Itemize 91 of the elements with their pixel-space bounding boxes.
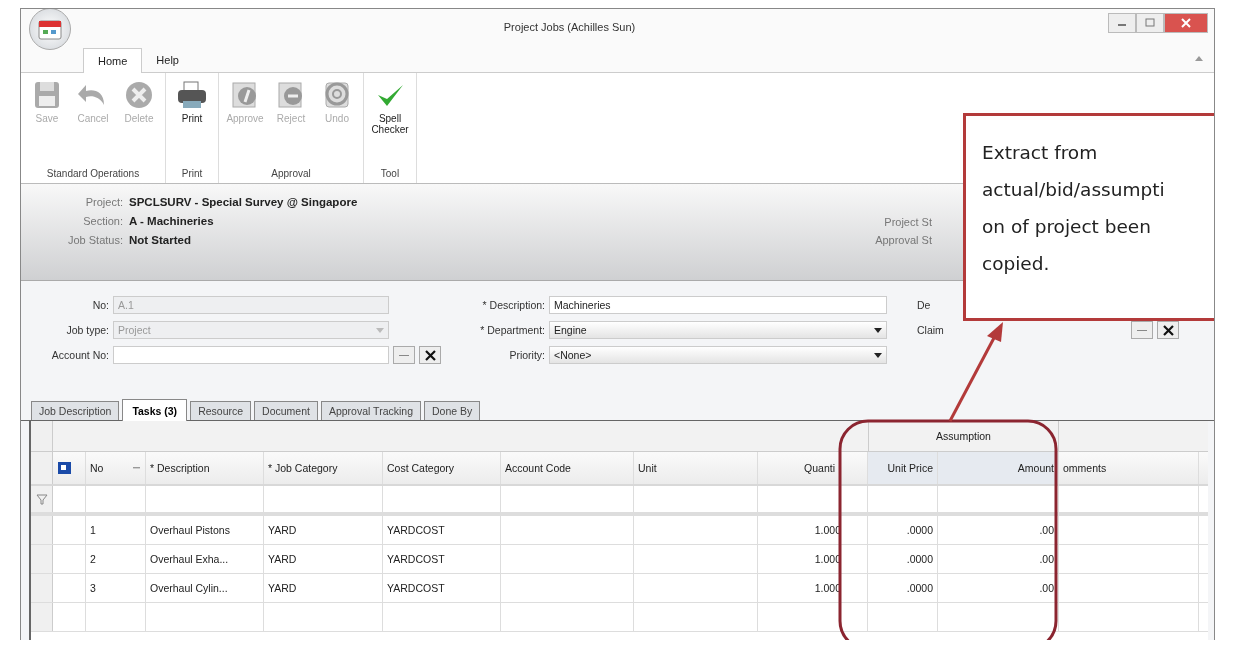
field-label: Approval St [875, 234, 932, 246]
filter-icon[interactable] [35, 493, 48, 505]
close-icon [1162, 324, 1174, 336]
ribbon-collapse-icon[interactable] [1194, 54, 1204, 62]
minimize-button[interactable] [1108, 13, 1136, 33]
table-cell: 2 [90, 553, 96, 565]
column-header[interactable]: Unit [634, 452, 758, 484]
dropdown-arrow-icon [874, 327, 882, 333]
field-value: SPCLSURV - Special Survey @ Singapore [129, 196, 358, 210]
field-value: A - Machineries [129, 215, 214, 229]
table-cell: .0000 [906, 553, 933, 565]
table-cell: Overhaul Cylin... [150, 582, 228, 594]
table-cell: .00 [1039, 582, 1054, 594]
field-label: De [917, 299, 932, 311]
field-label: * Department: [479, 324, 545, 336]
field-label: Priority: [508, 349, 545, 361]
close-icon [424, 349, 436, 361]
row-selector[interactable] [31, 516, 53, 544]
ribbon-button[interactable]: Spell Checker [368, 77, 412, 166]
field-label: Section: [82, 215, 123, 229]
row-selector[interactable] [31, 574, 53, 602]
table-cell: .0000 [906, 524, 933, 536]
printer-icon [175, 79, 209, 111]
column-header[interactable]: Account Code [501, 452, 634, 484]
column-header[interactable]: * Description [146, 452, 264, 484]
tab[interactable]: Tasks (3) [122, 399, 188, 421]
row-selector[interactable] [31, 486, 53, 512]
column-chooser-icon[interactable] [57, 460, 73, 476]
table-cell: .0000 [906, 582, 933, 594]
table-cell: YARD [268, 524, 297, 536]
column-header[interactable]: Unit Price [868, 452, 938, 484]
row-selector[interactable] [31, 603, 53, 631]
table-cell: YARDCOST [387, 553, 445, 565]
field-label: Claim [917, 324, 945, 336]
table-cell: YARDCOST [387, 582, 445, 594]
maximize-button[interactable] [1136, 13, 1164, 33]
table-cell: 3 [90, 582, 96, 594]
table-cell: .00 [1039, 553, 1054, 565]
ellipsis-icon [399, 353, 409, 357]
field-label: No: [91, 299, 109, 311]
field-label: Job type: [65, 324, 109, 336]
column-header[interactable]: No [86, 452, 146, 484]
close-icon [1180, 18, 1192, 28]
ribbon-group-label: Tool [379, 167, 401, 181]
annotation-text: Extract from actual/bid/assumpti on of project been copied. [982, 142, 1165, 274]
tab[interactable]: Approval Tracking [320, 401, 421, 420]
table-cell: YARDCOST [387, 524, 445, 536]
column-header[interactable]: Cost Category [383, 452, 501, 484]
ellipsis-icon [1137, 328, 1147, 332]
filter-row[interactable] [31, 486, 1208, 516]
column-header[interactable]: Amount [938, 452, 1059, 484]
dropdown[interactable]: <None> [549, 346, 887, 364]
field-label: * Description: [481, 299, 545, 311]
column-header[interactable]: * Job Category [264, 452, 383, 484]
column-header[interactable]: omments [1059, 452, 1199, 484]
table-cell: YARD [268, 553, 297, 565]
table-cell: .00 [1039, 524, 1054, 536]
table-cell: Overhaul Exha... [150, 553, 229, 565]
window-title: Project Jobs (Achilles Sun) [502, 21, 637, 33]
ribbon-group-label: Approval [270, 167, 312, 181]
clear-button[interactable] [1157, 321, 1179, 339]
calendar-icon [37, 17, 63, 41]
ribbon-tab[interactable]: Help [142, 48, 193, 72]
ribbon-button[interactable]: Print [170, 77, 214, 166]
field-value: Not Started [129, 234, 191, 248]
ribbon-group-label: Standard Operations [45, 167, 141, 181]
table-cell: YARD [268, 582, 297, 594]
field-label: Account No: [50, 349, 109, 361]
tab[interactable]: Done By [424, 401, 481, 420]
text-field[interactable] [113, 346, 389, 364]
dropdown-arrow-icon [376, 327, 384, 333]
column-band-header: Assumption [868, 421, 1059, 451]
app-menu-button[interactable] [29, 9, 71, 50]
table-cell: Overhaul Pistons [150, 524, 230, 536]
field-label: Job Status: [66, 234, 123, 248]
dropdown[interactable]: Engine [549, 321, 887, 339]
ribbon-group-label: Print [180, 167, 204, 181]
tab[interactable]: Resource [190, 401, 252, 420]
text-field[interactable]: Machineries [549, 296, 887, 314]
table-cell: 1 [90, 524, 96, 536]
close-button[interactable] [1164, 13, 1208, 33]
dropdown-arrow-icon [874, 352, 882, 358]
tab[interactable]: Document [254, 401, 318, 420]
row-selector[interactable] [31, 545, 53, 573]
tab[interactable]: Job Description [31, 401, 120, 420]
clear-button[interactable] [419, 346, 441, 364]
maximize-icon [1144, 18, 1156, 28]
field-label: Project: [84, 196, 123, 210]
sort-indicator-icon [133, 466, 141, 470]
field-label: Project St [884, 216, 932, 228]
ribbon-tab[interactable]: Home [83, 48, 143, 73]
